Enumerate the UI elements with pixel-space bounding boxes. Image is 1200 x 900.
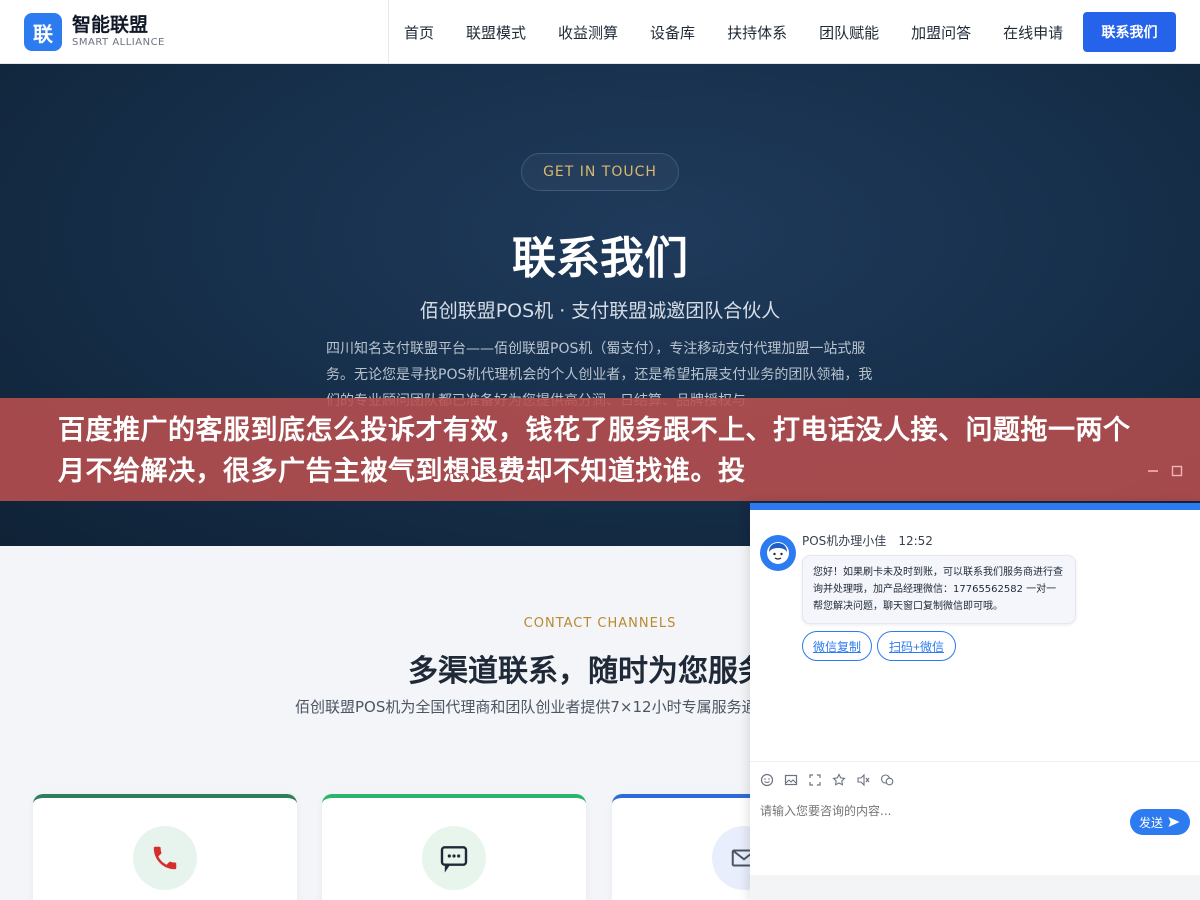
chat-sender-line: POS机办理小佳 12:52 bbox=[802, 532, 933, 549]
site-header: 联 智能联盟 SMART ALLIANCE 首页 联盟模式 收益测算 设备库 扶… bbox=[0, 0, 1200, 64]
chat-message-input[interactable] bbox=[760, 799, 1120, 823]
logo[interactable]: 联 智能联盟 SMART ALLIANCE bbox=[24, 13, 165, 51]
image-icon[interactable] bbox=[784, 773, 798, 787]
send-label: 发送 bbox=[1138, 815, 1163, 830]
hero-title: 联系我们 bbox=[512, 233, 688, 284]
minimize-icon[interactable] bbox=[1146, 464, 1160, 478]
wechat-icon[interactable] bbox=[880, 773, 894, 787]
banner-text: 百度推广的客服到底怎么投诉才有效，钱花了服务跟不上、打电话没人接、问题拖一两个月… bbox=[58, 415, 1131, 487]
logo-mark: 联 bbox=[24, 13, 62, 51]
wechat-channel-card[interactable] bbox=[322, 794, 586, 900]
chat-footer bbox=[750, 875, 1200, 900]
nav-item-income-calc[interactable]: 收益测算 bbox=[558, 22, 618, 43]
contact-us-button[interactable]: 联系我们 bbox=[1083, 12, 1176, 52]
contact-title: 多渠道联系，随时为您服务 bbox=[408, 654, 768, 689]
chat-time: 12:52 bbox=[898, 534, 933, 548]
rating-icon[interactable] bbox=[832, 772, 846, 787]
phone-icon bbox=[133, 826, 197, 890]
main-nav: 首页 联盟模式 收益测算 设备库 扶持体系 团队赋能 加盟问答 在线申请 bbox=[404, 0, 1095, 64]
phone-channel-card[interactable] bbox=[33, 794, 297, 900]
nav-item-device-library[interactable]: 设备库 bbox=[650, 22, 695, 43]
logo-title: 智能联盟 bbox=[72, 14, 149, 36]
scan-wechat-button[interactable]: 扫码+微信 bbox=[877, 631, 956, 661]
emoji-icon[interactable] bbox=[760, 773, 774, 787]
contact-description: 佰创联盟POS机为全国代理商和团队创业者提供7×12小时专属服务通道，无论是电话… bbox=[295, 698, 755, 716]
chat-message-bubble: 您好！如果刷卡未及时到账，可以联系我们服务商进行查询并处理哦，加产品经理微信：1… bbox=[802, 555, 1076, 624]
overlay-banner[interactable]: 百度推广的客服到底怎么投诉才有效，钱花了服务跟不上、打电话没人接、问题拖一两个月… bbox=[0, 398, 1200, 501]
nav-divider bbox=[388, 0, 389, 64]
nav-item-faq[interactable]: 加盟问答 bbox=[911, 22, 971, 43]
copy-wechat-button[interactable]: 微信复制 bbox=[802, 631, 872, 661]
logo-subtitle: SMART ALLIANCE bbox=[72, 37, 165, 48]
chat-sender-name: POS机办理小佳 bbox=[802, 534, 887, 548]
chat-toolbar bbox=[750, 761, 1200, 797]
hero-pill: GET IN TOUCH bbox=[521, 153, 679, 191]
chat-bubble-icon bbox=[422, 826, 486, 890]
send-icon bbox=[1168, 817, 1180, 827]
chat-widget: POS机办理小佳 12:52 您好！如果刷卡未及时到账，可以联系我们服务商进行查询… bbox=[750, 503, 1200, 900]
nav-item-apply[interactable]: 在线申请 bbox=[1003, 22, 1063, 43]
hero-subtitle: 佰创联盟POS机 · 支付联盟诚邀团队合伙人 bbox=[419, 300, 781, 322]
chat-topbar bbox=[750, 503, 1200, 510]
agent-avatar bbox=[760, 535, 796, 571]
nav-item-alliance-model[interactable]: 联盟模式 bbox=[466, 22, 526, 43]
nav-item-home[interactable]: 首页 bbox=[404, 22, 434, 43]
send-button[interactable]: 发送 bbox=[1130, 809, 1190, 835]
screenshot-icon[interactable] bbox=[808, 773, 822, 787]
mute-icon[interactable] bbox=[856, 773, 870, 787]
nav-item-support-system[interactable]: 扶持体系 bbox=[727, 22, 787, 43]
maximize-icon[interactable] bbox=[1170, 464, 1184, 478]
nav-item-team-empower[interactable]: 团队赋能 bbox=[819, 22, 879, 43]
logo-text: 智能联盟 SMART ALLIANCE bbox=[72, 14, 165, 50]
